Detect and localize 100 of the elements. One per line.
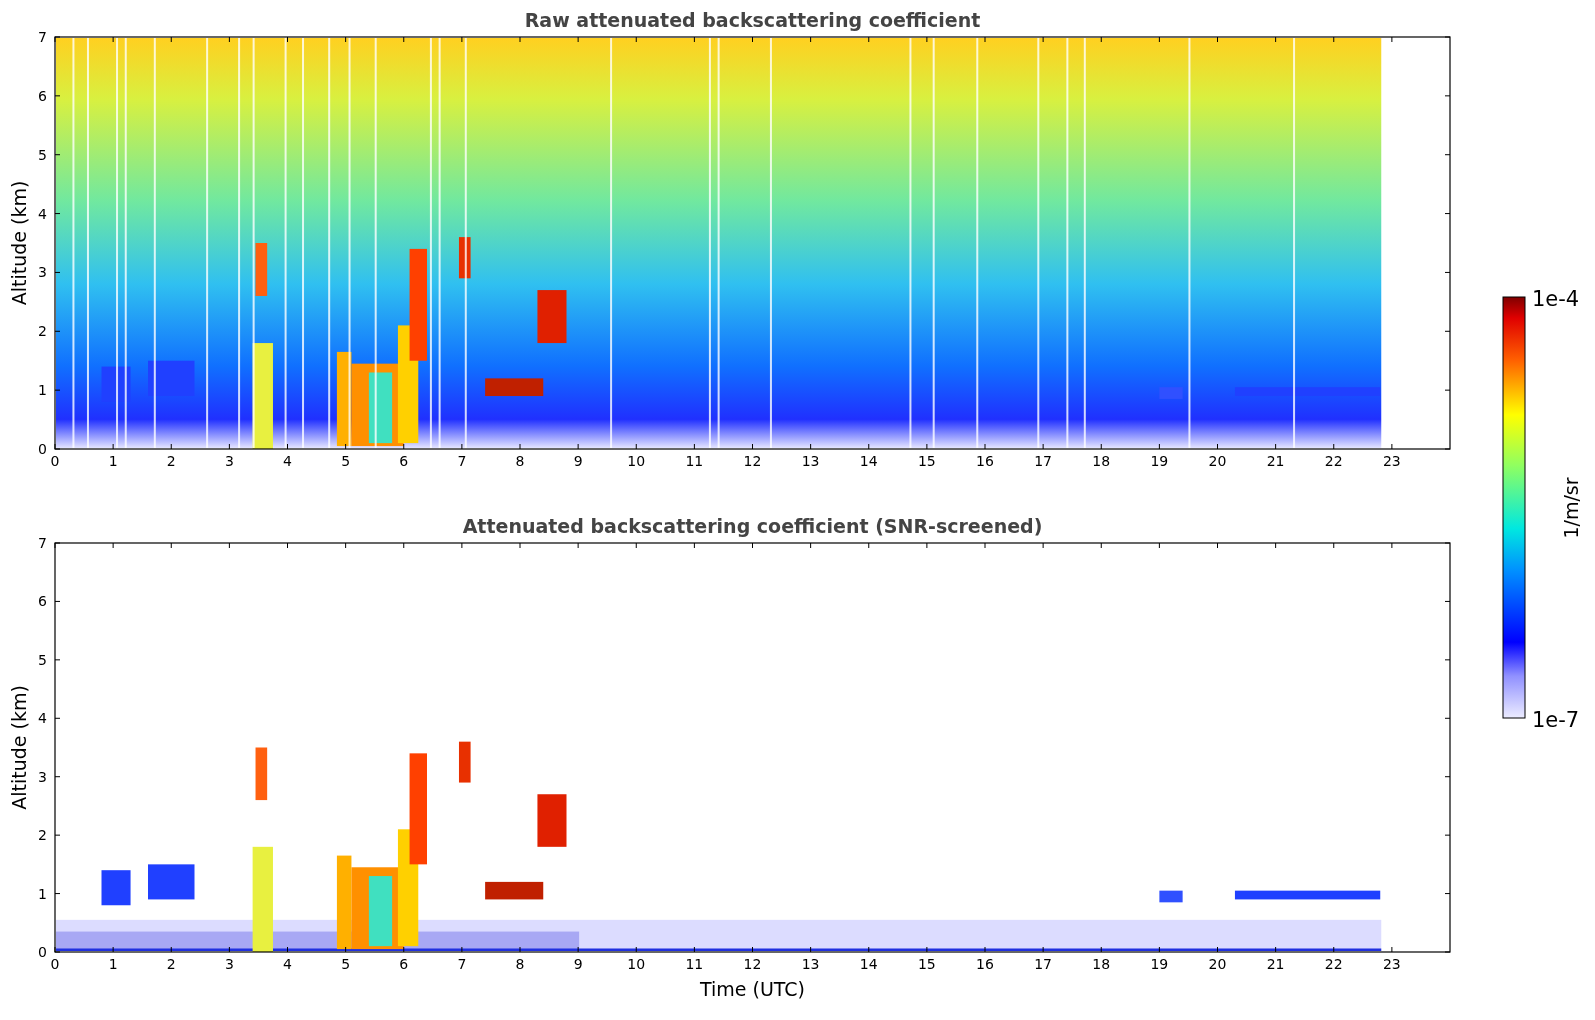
tick-mark (1042, 946, 1044, 953)
tick-label: 16 (976, 956, 994, 972)
tick-mark (577, 36, 579, 43)
axis-label: Altitude (km) (8, 685, 30, 810)
tick-mark (461, 946, 463, 953)
tick-mark (1391, 443, 1393, 450)
tick-label: 14 (859, 453, 878, 469)
colorbar-label: 1e-4 (1532, 287, 1580, 311)
tick-label: 10 (627, 956, 646, 972)
tick-label: 9 (573, 453, 583, 469)
tick-mark (1275, 36, 1277, 43)
tick-label: 14 (859, 956, 878, 972)
tick-mark (170, 443, 172, 450)
tick-mark (228, 36, 230, 43)
tick-mark (54, 659, 61, 661)
tick-mark (519, 36, 521, 43)
axis-label: Altitude (km) (8, 180, 30, 306)
tick-label: 8 (515, 453, 525, 469)
tick-mark (868, 946, 870, 953)
tick-mark (1333, 36, 1335, 43)
tick-mark (519, 542, 521, 549)
tick-label: 2 (38, 827, 47, 844)
colorbar-unit: 1/m/sr (1560, 477, 1582, 539)
tick-mark (984, 946, 986, 953)
tick-mark (54, 776, 61, 778)
tick-mark (112, 946, 114, 953)
tick-mark (1444, 154, 1451, 156)
tick-mark (519, 946, 521, 953)
tick-mark (1444, 95, 1451, 97)
colorbar-label: 1e-7 (1532, 708, 1580, 732)
tick-mark (461, 542, 463, 549)
cloud-echo (458, 741, 471, 783)
cloud-echo (101, 870, 131, 906)
tick-label: 15 (917, 956, 936, 972)
tick-mark (752, 946, 753, 953)
tick-label: 23 (1382, 453, 1401, 469)
tick-label: 5 (38, 146, 47, 163)
tick-mark (228, 542, 230, 549)
tick-mark (926, 443, 928, 450)
tick-mark (810, 542, 812, 549)
tick-mark (54, 893, 61, 895)
tick-mark (403, 36, 405, 43)
tick-mark (1275, 443, 1277, 450)
tick-mark (345, 542, 347, 549)
cloud-echo (1159, 890, 1183, 903)
tick-label: 18 (1092, 956, 1111, 972)
tick-label: 22 (1324, 956, 1343, 972)
tick-mark (170, 542, 172, 549)
tick-mark (1333, 443, 1335, 450)
tick-label: 5 (341, 956, 351, 972)
tick-mark (635, 946, 637, 953)
tick-mark (693, 542, 695, 549)
tick-mark (810, 36, 812, 43)
tick-mark (54, 213, 61, 215)
tick-label: 0 (38, 441, 47, 457)
tick-mark (112, 36, 114, 43)
tick-mark (345, 443, 347, 450)
tick-mark (577, 946, 579, 953)
tick-label: 1 (38, 885, 47, 902)
tick-label: 6 (38, 87, 47, 104)
tick-label: 0 (50, 453, 60, 469)
tick-mark (1444, 776, 1451, 778)
tick-mark (752, 36, 753, 43)
tick-mark (1275, 946, 1277, 953)
tick-mark (926, 542, 928, 549)
tick-mark (1444, 951, 1451, 953)
tick-mark (1444, 389, 1451, 391)
tick-mark (1444, 36, 1451, 38)
tick-mark (54, 834, 61, 836)
tick-mark (926, 946, 928, 953)
tick-label: 2 (166, 453, 176, 469)
tick-label: 3 (224, 453, 234, 469)
tick-mark (1444, 893, 1451, 895)
tick-mark (1444, 600, 1451, 602)
tick-mark (1100, 443, 1102, 450)
tick-label: 11 (685, 956, 704, 972)
tick-mark (54, 717, 61, 719)
tick-mark (693, 946, 695, 953)
tick-label: 12 (743, 956, 762, 972)
tick-mark (1158, 542, 1160, 549)
tick-mark (403, 443, 405, 450)
tick-label: 12 (743, 453, 762, 469)
tick-label: 19 (1150, 956, 1169, 972)
tick-label: 7 (457, 956, 467, 972)
tick-label: 20 (1208, 956, 1227, 972)
tick-mark (287, 542, 288, 549)
tick-mark (403, 542, 405, 549)
tick-mark (1391, 542, 1393, 549)
tick-mark (170, 36, 172, 43)
tick-mark (752, 443, 753, 450)
tick-mark (345, 36, 347, 43)
tick-label: 2 (38, 323, 47, 340)
tick-label: 6 (399, 956, 409, 972)
tick-mark (1100, 946, 1102, 953)
tick-mark (868, 443, 870, 450)
tick-label: 6 (399, 453, 409, 469)
tick-label: 21 (1266, 453, 1285, 469)
tick-label: 19 (1150, 453, 1169, 469)
tick-label: 15 (917, 453, 936, 469)
tick-mark (1333, 542, 1335, 549)
